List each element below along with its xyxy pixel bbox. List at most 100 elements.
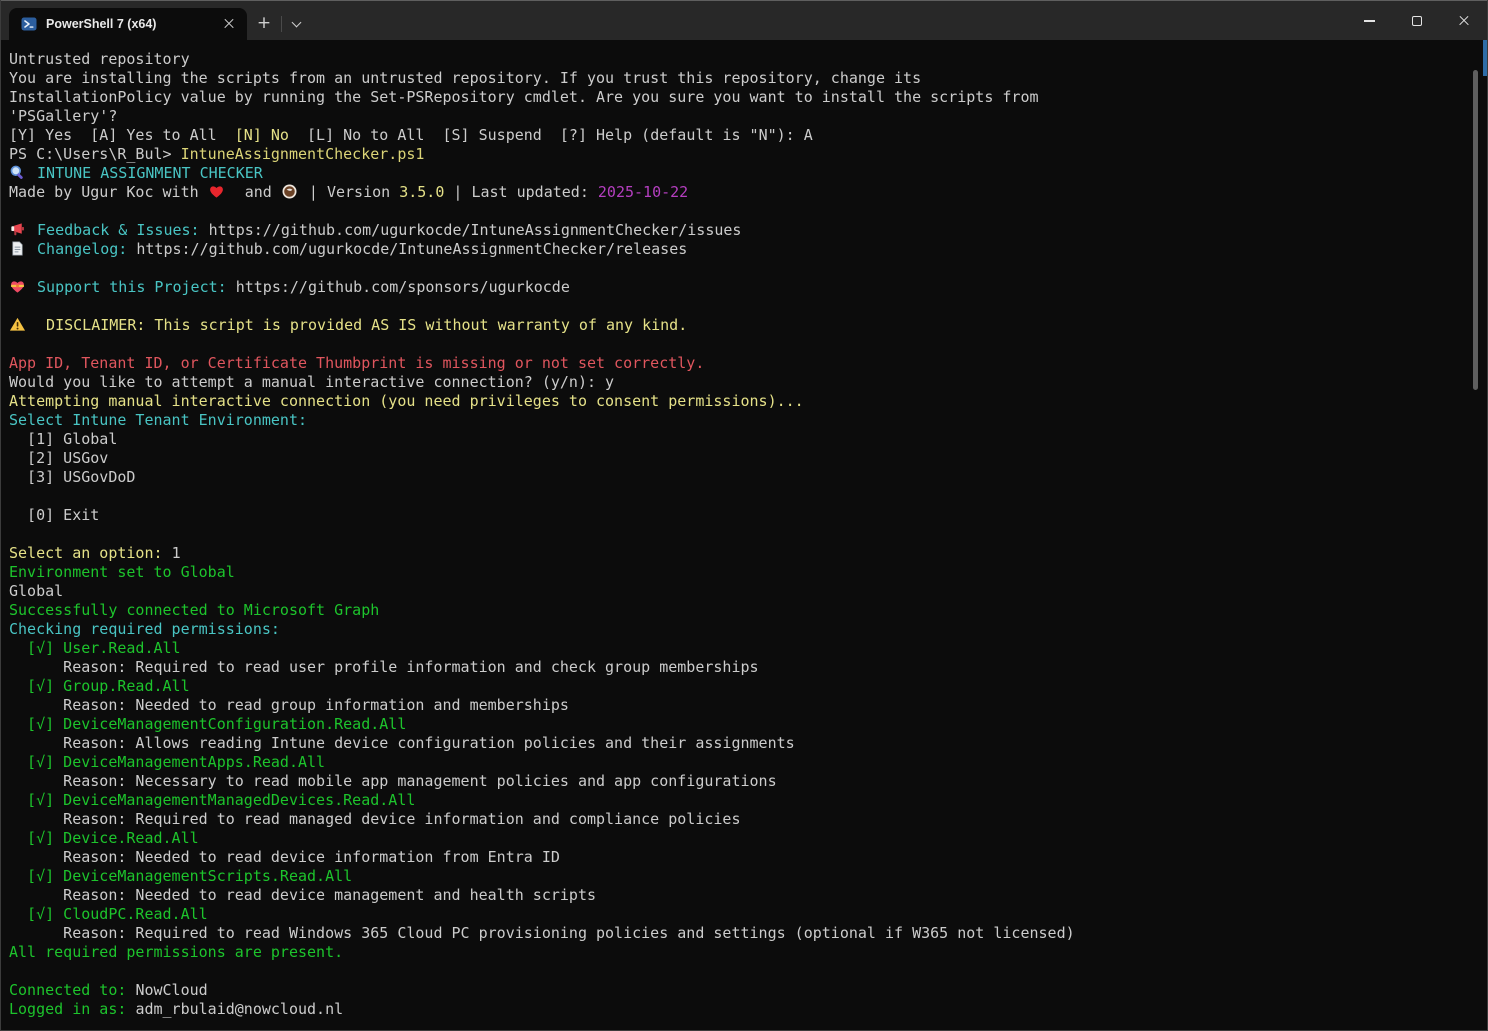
terminal-line: Environment set to Global <box>9 563 1469 582</box>
terminal-line: Attempting manual interactive connection… <box>9 392 1469 411</box>
search-icon <box>9 164 28 181</box>
text-segment: and <box>227 183 281 201</box>
terminal-line: InstallationPolicy value by running the … <box>9 88 1469 107</box>
terminal-line: [√] DeviceManagementConfiguration.Read.A… <box>9 715 1469 734</box>
text-segment: | Last updated: <box>444 183 598 201</box>
close-icon <box>1457 14 1471 28</box>
coffee-icon <box>281 183 300 200</box>
text-segment: Reason: Needed to read device informatio… <box>9 848 560 866</box>
tab-powershell[interactable]: PowerShell 7 (x64) <box>9 8 247 40</box>
document-icon <box>9 240 28 257</box>
terminal-line <box>9 487 1469 506</box>
powershell-icon <box>21 16 37 32</box>
text-segment: 2025-10-22 <box>598 183 688 201</box>
text-segment: Reason: Needed to read device management… <box>9 886 596 904</box>
text-segment: [N] No <box>235 126 289 144</box>
terminal-line <box>9 962 1469 981</box>
text-segment: [L] No to All [S] Suspend [?] Help (defa… <box>289 126 813 144</box>
terminal-line: You are installing the scripts from an u… <box>9 69 1469 88</box>
warning-icon <box>9 316 28 333</box>
terminal-line <box>9 259 1469 278</box>
text-segment: Logged in as: <box>9 1000 135 1018</box>
text-segment: [Y] Yes [A] Yes to All <box>9 126 235 144</box>
text-segment: Untrusted repository <box>9 50 190 68</box>
terminal-line: App ID, Tenant ID, or Certificate Thumbp… <box>9 354 1469 373</box>
text-segment: [√] DeviceManagementConfiguration.Read.A… <box>9 715 406 733</box>
megaphone-icon <box>9 221 28 238</box>
heart-icon <box>208 183 227 200</box>
terminal-line: Reason: Allows reading Intune device con… <box>9 734 1469 753</box>
text-segment: PS C:\Users\R_Bul> <box>9 145 181 163</box>
terminal-line: Reason: Needed to read device informatio… <box>9 848 1469 867</box>
terminal-line: Reason: Required to read managed device … <box>9 810 1469 829</box>
terminal-line: DISCLAIMER: This script is provided AS I… <box>9 316 1469 335</box>
text-segment: NowCloud <box>135 981 207 999</box>
text-segment: [√] CloudPC.Read.All <box>9 905 208 923</box>
terminal-line: Logged in as: adm_rbulaid@nowcloud.nl <box>9 1000 1469 1019</box>
text-segment: 'PSGallery'? <box>9 107 117 125</box>
text-segment: https://github.com/ugurkocde/IntuneAssig… <box>136 240 687 258</box>
text-segment: Global <box>9 582 63 600</box>
terminal-line: Connected to: NowCloud <box>9 981 1469 1000</box>
terminal-line: [Y] Yes [A] Yes to All [N] No [L] No to … <box>9 126 1469 145</box>
tab-dropdown-button[interactable] <box>282 8 312 40</box>
text-segment: adm_rbulaid@nowcloud.nl <box>135 1000 343 1018</box>
terminal-line: Would you like to attempt a manual inter… <box>9 373 1469 392</box>
terminal-line: [0] Exit <box>9 506 1469 525</box>
terminal-line: Made by Ugur Koc with and | Version 3.5.… <box>9 183 1469 202</box>
terminal-line: Reason: Required to read Windows 365 Clo… <box>9 924 1469 943</box>
chevron-down-icon <box>292 18 302 28</box>
terminal-line: [3] USGovDoD <box>9 468 1469 487</box>
terminal-window: PowerShell 7 (x64) + Untrusted repositor… <box>0 0 1488 1031</box>
text-segment: Attempting manual interactive connection… <box>9 392 804 410</box>
terminal-output[interactable]: Untrusted repositoryYou are installing t… <box>1 40 1487 1030</box>
terminal-line: Select an option: 1 <box>9 544 1469 563</box>
tab-close-icon[interactable] <box>221 16 237 32</box>
terminal-line: Successfully connected to Microsoft Grap… <box>9 601 1469 620</box>
terminal-line: INTUNE ASSIGNMENT CHECKER <box>9 164 1469 183</box>
terminal-line: Feedback & Issues: https://github.com/ug… <box>9 221 1469 240</box>
text-segment: Feedback & Issues: <box>28 221 209 239</box>
text-segment: Reason: Needed to read group information… <box>9 696 569 714</box>
text-segment: DISCLAIMER: This script is provided AS I… <box>28 316 687 334</box>
text-segment: [3] USGovDoD <box>9 468 135 486</box>
text-segment: [√] Device.Read.All <box>9 829 199 847</box>
text-segment: All required permissions are present. <box>9 943 343 961</box>
terminal-line: Global <box>9 582 1469 601</box>
text-segment: 3.5.0 <box>399 183 444 201</box>
new-tab-button[interactable]: + <box>247 8 281 40</box>
minimize-button[interactable] <box>1346 1 1393 41</box>
text-segment: [√] User.Read.All <box>9 639 181 657</box>
terminal-line: [√] DeviceManagementScripts.Read.All <box>9 867 1469 886</box>
terminal-line: [√] Group.Read.All <box>9 677 1469 696</box>
terminal-line: [√] DeviceManagementApps.Read.All <box>9 753 1469 772</box>
terminal-line: Select Intune Tenant Environment: <box>9 411 1469 430</box>
text-segment: Changelog: <box>28 240 136 258</box>
terminal-line <box>9 525 1469 544</box>
text-segment: Select an option: <box>9 544 172 562</box>
text-segment: https://github.com/ugurkocde/IntuneAssig… <box>209 221 742 239</box>
terminal-line <box>9 297 1469 316</box>
text-segment: IntuneAssignmentChecker.ps1 <box>181 145 425 163</box>
text-segment: [1] Global <box>9 430 117 448</box>
close-button[interactable] <box>1440 1 1487 41</box>
maximize-button[interactable] <box>1393 1 1440 41</box>
text-segment: Successfully connected to Microsoft Grap… <box>9 601 379 619</box>
text-segment: Reason: Required to read user profile in… <box>9 658 759 676</box>
text-segment: Checking required permissions: <box>9 620 280 638</box>
text-segment: You are installing the scripts from an u… <box>9 69 921 87</box>
title-bar[interactable]: PowerShell 7 (x64) + <box>1 0 1487 40</box>
text-segment: Connected to: <box>9 981 135 999</box>
text-segment: Select Intune Tenant Environment: <box>9 411 307 429</box>
text-segment: https://github.com/sponsors/ugurkocde <box>236 278 570 296</box>
scrollbar-thumb[interactable] <box>1473 70 1478 390</box>
terminal-line <box>9 335 1469 354</box>
terminal-line: Checking required permissions: <box>9 620 1469 639</box>
terminal-line: Reason: Required to read user profile in… <box>9 658 1469 677</box>
text-segment: [0] Exit <box>9 506 99 524</box>
text-segment: [√] DeviceManagementScripts.Read.All <box>9 867 352 885</box>
text-segment: Reason: Allows reading Intune device con… <box>9 734 795 752</box>
text-segment: Would you like to attempt a manual inter… <box>9 373 614 391</box>
minimize-icon <box>1364 20 1375 21</box>
terminal-line: All required permissions are present. <box>9 943 1469 962</box>
